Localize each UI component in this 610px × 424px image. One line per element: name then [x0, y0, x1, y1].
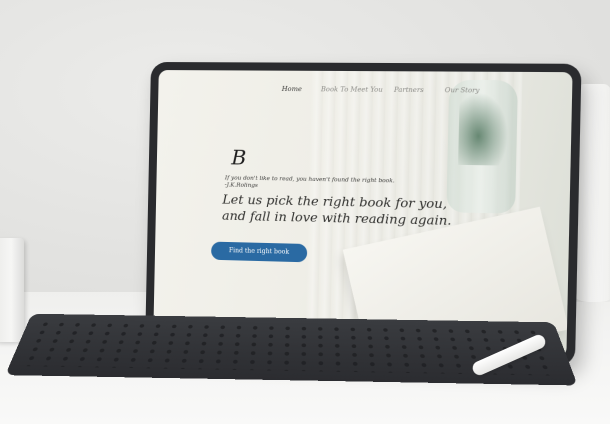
- headline: Let us pick the right book for you, and …: [222, 191, 452, 229]
- nav-home[interactable]: Home: [282, 85, 302, 93]
- quote: If you don't like to read, you haven't f…: [225, 175, 395, 192]
- site-nav: Home Book To Meet You Partners Our Story: [282, 85, 562, 102]
- plant-photo: [458, 92, 509, 165]
- find-right-book-button[interactable]: Find the right book: [211, 242, 307, 263]
- tablet-screen: Home Book To Meet You Partners Our Story…: [153, 70, 572, 357]
- logo-letter: B: [231, 145, 246, 169]
- nav-book-to-meet-you[interactable]: Book To Meet You: [321, 85, 383, 94]
- keyboard: [5, 314, 578, 386]
- nav-partners[interactable]: Partners: [394, 86, 424, 94]
- nav-our-story[interactable]: Our Story: [445, 86, 480, 95]
- mug: [0, 238, 24, 342]
- headline-line-2: and fall in love with reading again.: [222, 208, 452, 229]
